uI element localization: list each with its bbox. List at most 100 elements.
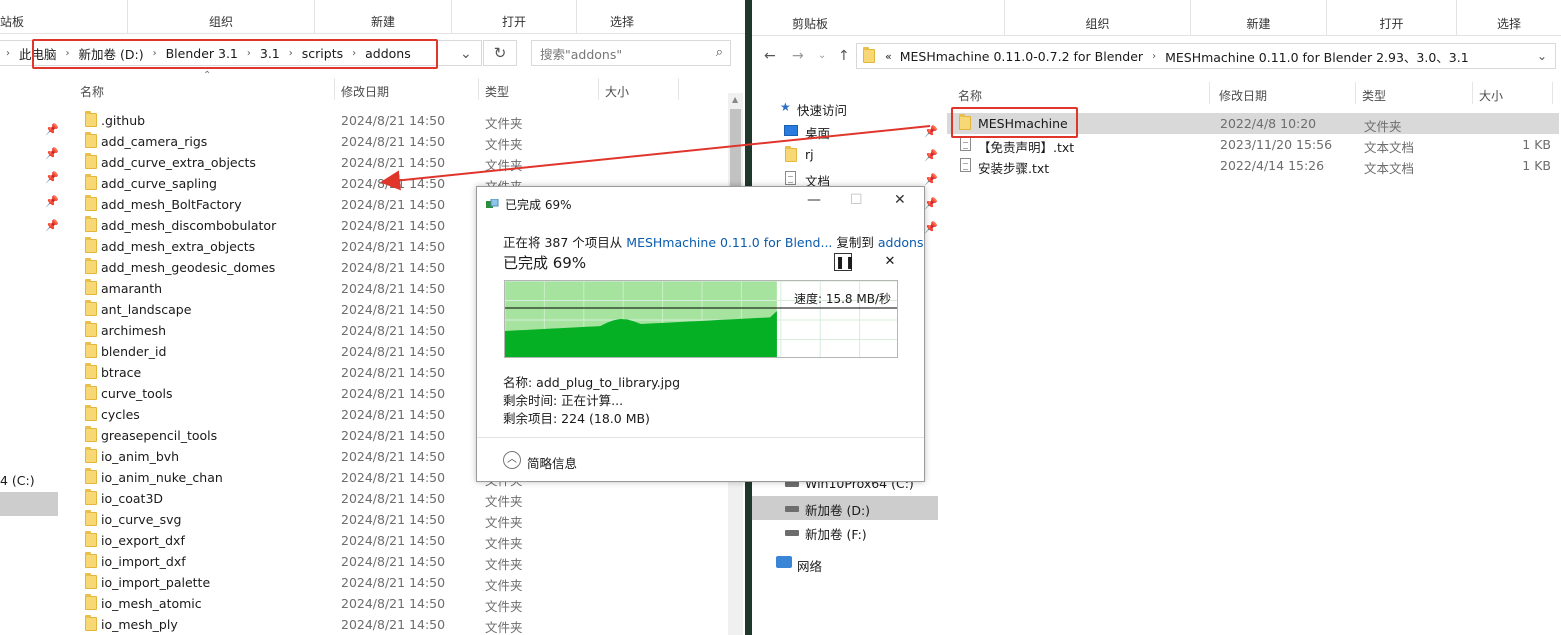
ribbon-group-label: 组织 [208,15,233,29]
current-file-name: 名称: add_plug_to_library.jpg [503,375,681,390]
copy-progress-dialog[interactable]: 已完成 69% — ☐ ✕ 正在将 387 个项目从 MESHmachine 0… [476,186,925,482]
breadcrumb-overflow[interactable]: « [885,50,892,63]
table-row[interactable]: io_coat3D 2024/8/21 14:50 文件夹 [0,488,728,509]
column-divider[interactable] [1355,82,1356,104]
table-row[interactable]: io_curve_svg 2024/8/21 14:50 文件夹 [0,509,728,530]
folder-icon [863,47,875,63]
column-name[interactable]: 名称 [958,87,982,104]
ribbon-group-open[interactable]: 打开 [1327,0,1457,36]
column-divider[interactable] [678,78,679,100]
file-name: io_export_dxf [101,533,185,548]
file-name: greasepencil_tools [101,428,218,443]
column-divider[interactable] [334,78,335,100]
file-modified: 2024/8/21 14:50 [341,155,446,170]
ribbon-group-open[interactable]: 打开 [452,0,577,34]
table-row[interactable]: add_curve_extra_objects 2024/8/21 14:50 文件… [0,152,728,173]
file-modified: 2024/8/21 14:50 [341,512,446,527]
breadcrumb-item[interactable]: MESHmachine 0.11.0 for Blender 2.93、3.0、… [1165,47,1469,66]
ribbon-group-label: 新建 [370,15,395,29]
table-row[interactable]: add_camera_rigs 2024/8/21 14:50 文件夹 [0,131,728,152]
file-type: 文件夹 [485,578,523,593]
table-row[interactable]: io_mesh_ply 2024/8/21 14:50 文件夹 [0,614,728,635]
folder-icon [85,573,97,589]
file-name: add_mesh_extra_objects [101,239,256,254]
nav-item-quick-access[interactable]: 快速访问 [797,100,847,119]
column-type[interactable]: 类型 [1362,87,1386,104]
ribbon-group-new[interactable]: 新建 [1191,0,1327,36]
table-row[interactable]: io_import_dxf 2024/8/21 14:50 文件夹 [0,551,728,572]
column-name[interactable]: 名称 [80,83,104,100]
file-modified: 2024/8/21 14:50 [341,302,446,317]
nav-item-network[interactable]: 网络 [797,556,822,575]
file-name: io_coat3D [101,491,164,506]
documents-icon [785,171,796,185]
file-name: io_mesh_ply [101,617,178,632]
folder-icon [85,426,97,442]
forward-arrow-icon[interactable]: → [792,48,804,64]
search-icon: ⌕ [715,45,723,60]
folder-icon [85,363,97,379]
pause-button[interactable]: ❚❚ [834,253,855,271]
file-modified: 2024/8/21 14:50 [341,323,446,338]
pin-icon: 📌 [924,197,938,210]
breadcrumb-item[interactable]: MESHmachine 0.11.0-0.7.2 for Blender [900,49,1143,64]
ribbon-group-label: 选择 [609,15,634,29]
table-row[interactable]: io_mesh_atomic 2024/8/21 14:50 文件夹 [0,593,728,614]
nav-item-drive-f[interactable]: 新加卷 (F:) [805,524,867,543]
nav-item-rj[interactable]: rj [805,147,814,162]
speed-label: 速度: 15.8 MB/秒 [793,292,891,306]
column-divider[interactable] [598,78,599,100]
column-divider[interactable] [1209,82,1210,104]
cancel-icon[interactable]: ✕ [881,253,899,271]
folder-icon [85,342,97,358]
column-divider[interactable] [478,78,479,100]
close-icon[interactable]: ✕ [894,192,906,208]
chevron-down-icon[interactable]: ⌄ [1537,49,1547,63]
table-row[interactable]: .github 2024/8/21 14:50 文件夹 [0,110,728,131]
file-modified: 2024/8/21 14:50 [341,134,446,149]
scroll-up-icon[interactable]: ▲ [732,95,738,104]
file-modified: 2024/8/21 14:50 [341,554,446,569]
ribbon-group-clipboard[interactable]: 剪贴板 [752,0,1005,36]
ribbon-group-organize[interactable]: 组织 [128,0,315,34]
folder-icon [85,216,97,232]
address-bar[interactable]: « MESHmachine 0.11.0-0.7.2 for Blender ›… [856,43,1556,69]
column-divider[interactable] [1472,82,1473,104]
folder-icon [85,132,97,148]
file-modified: 2022/4/8 10:20 [1220,116,1317,131]
file-name: add_camera_rigs [101,134,208,149]
column-type[interactable]: 类型 [485,83,509,100]
dialog-divider [477,437,924,438]
source-link[interactable]: MESHmachine 0.11.0 for Blend... [626,235,832,250]
minimize-icon[interactable]: — [807,192,821,208]
column-modified[interactable]: 修改日期 [1219,87,1267,104]
column-modified[interactable]: 修改日期 [341,83,389,100]
destination-link[interactable]: addons [878,235,924,250]
ribbon-group-new[interactable]: 新建 [315,0,452,34]
chevron-down-icon[interactable]: ⌄ [460,46,472,62]
column-size[interactable]: 大小 [1479,87,1503,104]
file-name: btrace [101,365,142,380]
column-divider[interactable] [1552,82,1553,104]
table-row[interactable]: 安装步骤.txt 2022/4/14 15:26 文本文档 1 KB [947,155,1559,176]
fewer-details-toggle[interactable]: 简略信息 [527,453,577,472]
time-remaining: 剩余时间: 正在计算... [503,393,624,408]
ribbon-group-select[interactable]: 选择 [1457,0,1561,36]
nav-item-desktop[interactable]: 桌面 [805,123,830,142]
refresh-button[interactable]: ↻ [483,40,517,66]
ribbon-group-select[interactable]: 选择 [577,0,667,34]
up-arrow-icon[interactable]: ↑ [838,48,850,64]
table-row[interactable]: io_export_dxf 2024/8/21 14:50 文件夹 [0,530,728,551]
folder-icon [85,174,97,190]
nav-item-drive-d[interactable]: 新加卷 (D:) [805,500,870,519]
ribbon-group-organize[interactable]: 组织 [1005,0,1191,36]
recent-locations-icon[interactable]: ⌄ [818,48,826,64]
annotation-highlight-box [951,107,1078,138]
table-row[interactable]: io_import_palette 2024/8/21 14:50 文件夹 [0,572,728,593]
text-file-icon [960,158,971,172]
column-size[interactable]: 大小 [605,83,629,100]
chevron-up-icon[interactable]: ︿ [503,451,521,469]
file-modified: 2024/8/21 14:50 [341,428,446,443]
back-arrow-icon[interactable]: ← [764,48,776,64]
search-input[interactable]: 搜索"addons" ⌕ [531,40,731,66]
